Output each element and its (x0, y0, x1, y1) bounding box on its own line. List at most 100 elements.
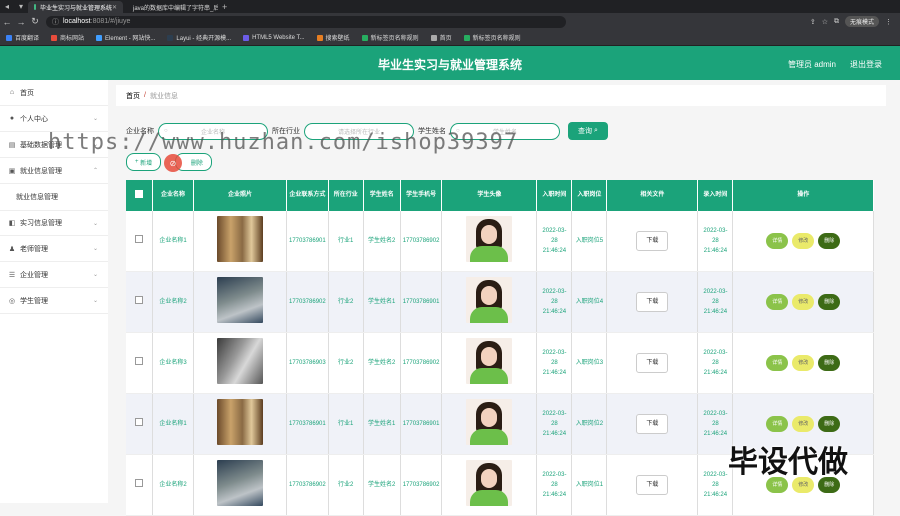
detail-button[interactable]: 详情 (766, 416, 789, 432)
back-icon[interactable]: ← (0, 17, 14, 27)
cell-company: 企业名称3 (152, 332, 194, 394)
student-search-input[interactable]: ○ 学生姓名 (450, 122, 560, 140)
new-tab-icon[interactable]: + (222, 2, 227, 12)
cell-contact: 17703786901 (286, 393, 329, 455)
table-row: 企业名称2 17703786902 行业2 学生姓名1 17703786901 … (126, 271, 874, 333)
search-icon: ○ (456, 128, 460, 134)
row-checkbox[interactable] (126, 211, 153, 272)
delete-button[interactable]: 删除 (818, 294, 841, 310)
cell-post: 入职岗位3 (571, 332, 608, 394)
star-icon[interactable]: ☆ (822, 18, 828, 26)
reload-icon[interactable]: ↻ (28, 16, 42, 27)
bookmark[interactable]: 新标签页名称规则 (463, 33, 521, 42)
browser-toolbar: ← → ↻ ⓘ localhost:8081/#/jiuye ⇪ ☆ ⧉ 无痕模… (0, 13, 900, 30)
more-icon[interactable]: ⋮ (885, 18, 892, 26)
add-button[interactable]: + 新增 (126, 153, 162, 171)
menu-icon[interactable]: ▾ (14, 2, 28, 11)
sidebar-item-home[interactable]: ⌂ 首页 (0, 80, 108, 106)
row-checkbox[interactable] (126, 271, 153, 333)
sidebar-item-base-data[interactable]: ▤ 基础数据管理 ⌄ (0, 132, 108, 158)
company-photo (217, 216, 263, 262)
cell-photo (193, 271, 287, 333)
sidebar-item-profile[interactable]: ● 个人中心 ⌄ (0, 106, 108, 132)
cell-contact: 17703786901 (286, 211, 329, 272)
detail-button[interactable]: 详情 (766, 294, 789, 310)
cell-ops: 详情 修改 删除 (732, 454, 874, 516)
logout-button[interactable]: 退出登录 (850, 59, 882, 70)
download-button[interactable]: 下载 (636, 353, 669, 373)
browser-tab[interactable]: java的数据库中编辑了字符串_后台... ✕ (123, 1, 218, 13)
edit-button[interactable]: 修改 (792, 416, 815, 432)
close-icon[interactable]: ✕ (112, 4, 117, 11)
student-avatar (466, 277, 513, 323)
cell-phone: 17703786901 (400, 271, 443, 333)
select-all-checkbox[interactable] (126, 180, 153, 211)
row-checkbox[interactable] (126, 393, 153, 455)
bookmark[interactable]: Layui - 经典开源模... (167, 33, 231, 42)
detail-button[interactable]: 详情 (766, 233, 789, 249)
col-post: 入职岗位 (571, 180, 608, 211)
sidebar-item-students[interactable]: ◎ 学生管理 ⌄ (0, 288, 108, 314)
share-icon[interactable]: ⇪ (810, 18, 816, 26)
sidebar-item-teachers[interactable]: ♟ 老师管理 ⌄ (0, 236, 108, 262)
cell-post: 入职岗位5 (571, 211, 608, 272)
search-button[interactable]: 查询 ⌕ (568, 122, 608, 140)
cell-company: 企业名称2 (152, 454, 194, 516)
cell-join-time: 2022-03-28 21:46:24 (536, 393, 573, 455)
student-avatar (466, 216, 513, 262)
detail-button[interactable]: 详情 (766, 477, 789, 493)
detail-button[interactable]: 详情 (766, 355, 789, 371)
download-button[interactable]: 下载 (636, 475, 669, 495)
cell-company: 企业名称1 (152, 393, 194, 455)
browser-tab-active[interactable]: 毕业生实习与就业管理系统 ✕ (28, 1, 123, 13)
forward-icon[interactable]: → (14, 17, 28, 27)
industry-select[interactable]: 请选择所在行业 (304, 122, 414, 140)
sidebar-item-employment[interactable]: ▣ 就业信息管理 ⌃ (0, 158, 108, 184)
cell-student: 学生姓名2 (363, 332, 401, 394)
bookmark[interactable]: 新标签页名称规则 (361, 33, 419, 42)
delete-button[interactable]: 删除 (818, 416, 841, 432)
edit-button[interactable]: 修改 (792, 233, 815, 249)
chevron-up-icon: ⌃ (92, 168, 98, 174)
breadcrumb-home[interactable]: 首页 (126, 91, 140, 101)
incognito-badge[interactable]: 无痕模式 (844, 16, 879, 27)
delete-button[interactable]: 删除 (818, 233, 841, 249)
download-button[interactable]: 下载 (636, 231, 669, 251)
delete-button[interactable]: 删除 (818, 355, 841, 371)
edit-button[interactable]: 修改 (792, 355, 815, 371)
cell-industry: 行业2 (328, 454, 364, 516)
vue-icon (34, 4, 36, 10)
bookmark[interactable]: 商标网站 (51, 33, 84, 42)
info-icon: ⓘ (52, 18, 59, 26)
bookmark[interactable]: 百度翻译 (6, 33, 39, 42)
cell-entry-time: 2022-03-28 21:46:24 (697, 271, 734, 333)
delete-button[interactable]: 删除 (818, 477, 841, 493)
cell-phone: 17703786902 (400, 454, 443, 516)
edit-button[interactable]: 修改 (792, 294, 815, 310)
edit-button[interactable]: 修改 (792, 477, 815, 493)
address-bar[interactable]: ⓘ localhost:8081/#/jiuye (46, 15, 566, 28)
sidebar-subitem-employment[interactable]: 就业信息管理 (0, 184, 108, 210)
sidebar-item-internship[interactable]: ◧ 实习信息管理 ⌄ (0, 210, 108, 236)
download-button[interactable]: 下载 (636, 292, 669, 312)
download-button[interactable]: 下载 (636, 414, 669, 434)
row-checkbox[interactable] (126, 332, 153, 394)
cell-student: 学生姓名2 (363, 211, 401, 272)
company-search-input[interactable]: ○ 企业名称 (158, 122, 268, 140)
sidebar-item-companies[interactable]: ☰ 企业管理 ⌄ (0, 262, 108, 288)
cell-entry-time: 2022-03-28 21:46:24 (697, 393, 734, 455)
cell-ops: 详情 修改 删除 (732, 211, 874, 272)
search-bar: 企业名称 ○ 企业名称 所在行业 请选择所在行业 学生姓名 ○ 学生姓名 查询 ⌕ (126, 122, 608, 140)
bookmark[interactable]: 搜索壁纸 (316, 33, 350, 42)
bookmark[interactable]: 首页 (430, 33, 452, 42)
tab-search-icon[interactable]: ◂ (0, 2, 14, 11)
col-join-time: 入职时间 (536, 180, 573, 211)
row-checkbox[interactable] (126, 454, 153, 516)
cell-post: 入职岗位1 (571, 454, 608, 516)
bookmark[interactable]: HTML5 Website T... (243, 34, 305, 41)
extensions-icon[interactable]: ⧉ (834, 18, 839, 26)
bookmark[interactable]: Element - 网站快... (96, 33, 155, 42)
cell-phone: 17703786901 (400, 393, 443, 455)
table-row: 企业名称1 17703786901 行业1 学生姓名1 17703786901 … (126, 393, 874, 455)
student-avatar (466, 460, 513, 506)
